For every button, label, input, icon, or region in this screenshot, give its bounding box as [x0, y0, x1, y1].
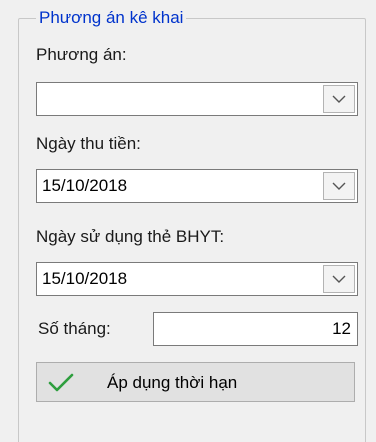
- collect-date-dropdown-button[interactable]: [323, 172, 355, 200]
- apply-term-button[interactable]: Áp dụng thời hạn: [36, 362, 355, 402]
- plan-dropdown-button[interactable]: [323, 85, 355, 113]
- months-value: 12: [332, 319, 351, 338]
- collect-date-picker[interactable]: 15/10/2018: [36, 169, 358, 203]
- checkmark-icon: [48, 373, 74, 392]
- bhyt-date-value: 15/10/2018: [42, 269, 128, 288]
- collect-date-value: 15/10/2018: [42, 176, 128, 195]
- chevron-down-icon: [332, 95, 346, 103]
- plan-panel: Phương án kê khai Phương án: Ngày thu ti…: [0, 0, 376, 442]
- bhyt-date-picker[interactable]: 15/10/2018: [36, 262, 358, 296]
- bhyt-date-label: Ngày sử dụng thẻ BHYT:: [36, 227, 225, 246]
- bhyt-date-dropdown-button[interactable]: [323, 265, 355, 293]
- chevron-down-icon: [332, 182, 346, 190]
- group-title: Phương án kê khai: [36, 7, 187, 29]
- months-label: Số tháng:: [38, 319, 111, 338]
- months-input[interactable]: 12: [153, 312, 358, 346]
- apply-term-label: Áp dụng thời hạn: [107, 373, 238, 392]
- chevron-down-icon: [332, 275, 346, 283]
- collect-date-label: Ngày thu tiền:: [36, 134, 141, 153]
- plan-combobox[interactable]: [36, 82, 358, 116]
- plan-label: Phương án:: [36, 45, 127, 64]
